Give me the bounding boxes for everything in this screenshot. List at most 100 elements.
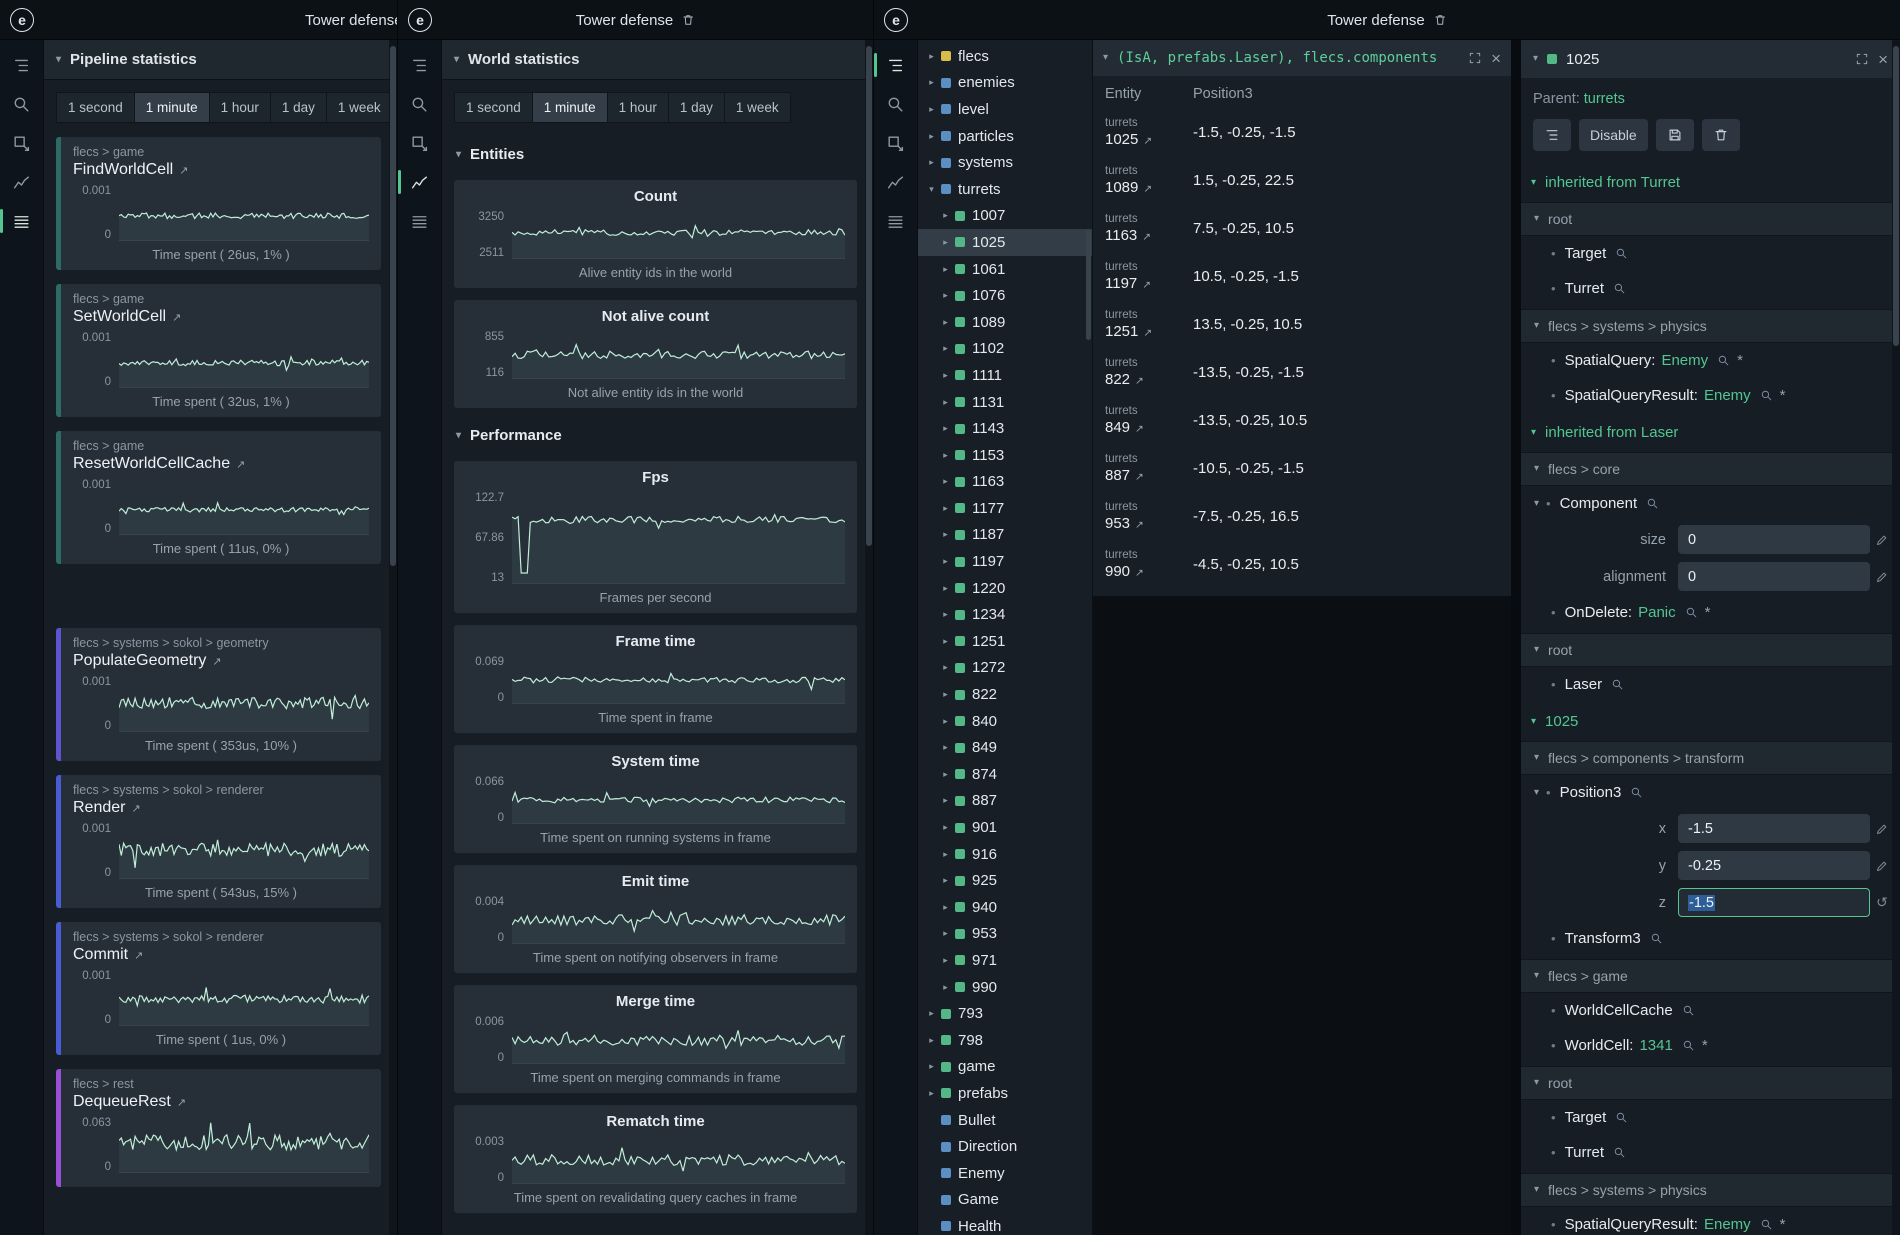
- tree-item-840[interactable]: ▸840: [918, 708, 1092, 735]
- external-link-icon[interactable]: ↗: [1135, 375, 1144, 387]
- tree-item-971[interactable]: ▸971: [918, 947, 1092, 974]
- tree-item-Health[interactable]: Health: [918, 1213, 1092, 1235]
- search-icon[interactable]: [1611, 678, 1624, 691]
- external-link-icon[interactable]: ↗: [179, 164, 188, 177]
- wildcard-icon[interactable]: *: [1780, 387, 1786, 404]
- tree-item-Game[interactable]: Game: [918, 1187, 1092, 1214]
- query-result-row[interactable]: turrets887↗-10.5, -0.25, -1.5: [1093, 444, 1511, 492]
- component-group-flecs-game[interactable]: ▾flecs > game: [1521, 959, 1900, 993]
- scrollbar-thumb[interactable]: [1893, 46, 1899, 346]
- chevron-right-icon[interactable]: ▸: [938, 609, 953, 620]
- chevron-right-icon[interactable]: ▸: [938, 795, 953, 806]
- chevron-right-icon[interactable]: ▸: [938, 822, 953, 833]
- close-icon[interactable]: ×: [1878, 51, 1888, 68]
- tree-item-turrets[interactable]: ▾turrets: [918, 176, 1092, 203]
- component-row[interactable]: •Target: [1521, 1100, 1900, 1135]
- tree-item-1111[interactable]: ▸1111: [918, 362, 1092, 389]
- tree-item-940[interactable]: ▸940: [918, 894, 1092, 921]
- revert-icon[interactable]: ↺: [1870, 894, 1894, 911]
- scrollbar-thumb[interactable]: [390, 46, 396, 566]
- edit-icon[interactable]: [1870, 533, 1894, 547]
- component-group-root[interactable]: ▾root: [1521, 202, 1900, 236]
- tab-1-week[interactable]: 1 week: [724, 92, 791, 123]
- delete-world-icon[interactable]: [681, 13, 695, 27]
- search-icon[interactable]: [1615, 247, 1628, 260]
- tree-item-925[interactable]: ▸925: [918, 867, 1092, 894]
- wildcard-icon[interactable]: *: [1705, 604, 1711, 621]
- component-value[interactable]: Panic: [1638, 604, 1676, 621]
- external-link-icon[interactable]: ↗: [212, 655, 221, 668]
- external-link-icon[interactable]: ↗: [1135, 567, 1144, 579]
- panel-header-pipeline-statistics[interactable]: ▾ Pipeline statistics: [44, 40, 397, 80]
- tree-item-1234[interactable]: ▸1234: [918, 601, 1092, 628]
- query-result-row[interactable]: turrets953↗-7.5, -0.25, 16.5: [1093, 492, 1511, 540]
- component-row[interactable]: ▾•Position3: [1521, 775, 1900, 810]
- component-row[interactable]: •OnDelete:Panic*: [1521, 595, 1900, 630]
- inspector-section-inherited-from-Turret[interactable]: ▾inherited from Turret: [1521, 163, 1900, 199]
- rail-entities-button[interactable]: [402, 48, 438, 82]
- chevron-right-icon[interactable]: ▸: [938, 237, 953, 248]
- panel-header-world-statistics[interactable]: ▾ World statistics: [442, 40, 873, 80]
- tab-1-minute[interactable]: 1 minute: [134, 92, 209, 123]
- chevron-right-icon[interactable]: ▸: [924, 51, 939, 62]
- external-link-icon[interactable]: ↗: [1135, 423, 1144, 435]
- flecs-logo-icon[interactable]: e: [884, 8, 908, 32]
- external-link-icon[interactable]: ↗: [131, 802, 140, 815]
- chevron-right-icon[interactable]: ▸: [938, 290, 953, 301]
- rail-pipeline-stats-button[interactable]: [4, 204, 40, 238]
- tree-item-particles[interactable]: ▸particles: [918, 123, 1092, 150]
- tree-item-1089[interactable]: ▸1089: [918, 309, 1092, 336]
- query-result-row[interactable]: turrets1163↗7.5, -0.25, 10.5: [1093, 204, 1511, 252]
- chevron-right-icon[interactable]: ▸: [938, 317, 953, 328]
- chevron-right-icon[interactable]: ▸: [938, 370, 953, 381]
- tree-item-1251[interactable]: ▸1251: [918, 628, 1092, 655]
- chevron-right-icon[interactable]: ▸: [938, 450, 953, 461]
- chevron-right-icon[interactable]: ▸: [938, 902, 953, 913]
- tree-item-953[interactable]: ▸953: [918, 921, 1092, 948]
- scrollbar-thumb[interactable]: [866, 46, 872, 546]
- chevron-right-icon[interactable]: ▸: [924, 157, 939, 168]
- search-icon[interactable]: [1650, 932, 1663, 945]
- flecs-logo-icon[interactable]: e: [10, 8, 34, 32]
- inspector-scrollbar[interactable]: [1892, 40, 1900, 1235]
- query-result-row[interactable]: turrets1197↗10.5, -0.25, -1.5: [1093, 252, 1511, 300]
- component-row[interactable]: •WorldCellCache: [1521, 993, 1900, 1028]
- tree-item-level[interactable]: ▸level: [918, 96, 1092, 123]
- save-button[interactable]: [1656, 119, 1694, 151]
- query-result-row[interactable]: turrets822↗-13.5, -0.25, -1.5: [1093, 348, 1511, 396]
- tab-1-day[interactable]: 1 day: [668, 92, 724, 123]
- wildcard-icon[interactable]: *: [1702, 1037, 1708, 1054]
- external-link-icon[interactable]: ↗: [1142, 231, 1151, 243]
- chevron-right-icon[interactable]: ▸: [924, 1035, 939, 1046]
- chevron-right-icon[interactable]: ▸: [938, 716, 953, 727]
- rail-query-button[interactable]: [4, 87, 40, 121]
- tree-item-798[interactable]: ▸798: [918, 1027, 1092, 1054]
- tree-view-button[interactable]: [1533, 119, 1571, 151]
- rail-canvas-button[interactable]: [402, 126, 438, 160]
- chevron-right-icon[interactable]: ▸: [924, 77, 939, 88]
- external-link-icon[interactable]: ↗: [172, 311, 181, 324]
- chevron-down-icon[interactable]: ▾: [924, 184, 939, 195]
- tree-item-1131[interactable]: ▸1131: [918, 389, 1092, 416]
- rail-query-button[interactable]: [878, 87, 914, 121]
- section-header-performance[interactable]: ▾Performance: [454, 420, 861, 451]
- tree-item-1197[interactable]: ▸1197: [918, 548, 1092, 575]
- rail-canvas-button[interactable]: [4, 126, 40, 160]
- chevron-right-icon[interactable]: ▸: [924, 1088, 939, 1099]
- tree-item-822[interactable]: ▸822: [918, 681, 1092, 708]
- tree-item-887[interactable]: ▸887: [918, 788, 1092, 815]
- delete-world-icon[interactable]: [1433, 13, 1447, 27]
- chevron-right-icon[interactable]: ▸: [938, 662, 953, 673]
- inspector-section-1025[interactable]: ▾1025: [1521, 702, 1900, 738]
- tab-1-hour[interactable]: 1 hour: [209, 92, 270, 123]
- component-row[interactable]: •Laser: [1521, 667, 1900, 702]
- component-group-root[interactable]: ▾root: [1521, 633, 1900, 667]
- tree-item-1076[interactable]: ▸1076: [918, 282, 1092, 309]
- external-link-icon[interactable]: ↗: [1143, 135, 1152, 147]
- chevron-right-icon[interactable]: ▸: [938, 583, 953, 594]
- component-row[interactable]: •Target: [1521, 236, 1900, 271]
- tree-item-systems[interactable]: ▸systems: [918, 149, 1092, 176]
- edit-icon[interactable]: [1870, 822, 1894, 836]
- chevron-right-icon[interactable]: ▸: [938, 849, 953, 860]
- external-link-icon[interactable]: ↗: [1143, 327, 1152, 339]
